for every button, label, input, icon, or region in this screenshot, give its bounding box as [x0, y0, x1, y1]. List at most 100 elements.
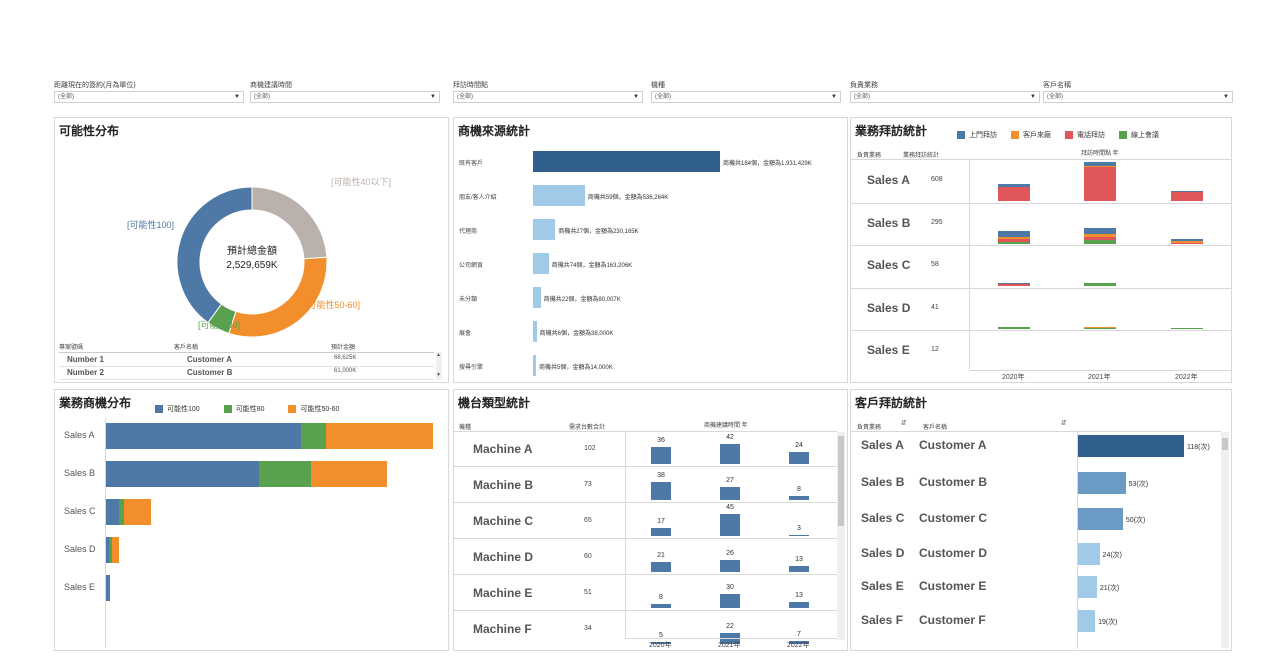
visit-bar-segment[interactable] [1171, 242, 1203, 244]
divider [851, 159, 1231, 160]
divider [625, 431, 626, 639]
visit-bar-segment[interactable] [1084, 161, 1116, 166]
visit-bar-segment[interactable] [998, 283, 1030, 285]
scrollbar-thumb[interactable] [1222, 438, 1228, 450]
machine-bar[interactable] [720, 593, 740, 608]
column-header: 預計金額 [331, 345, 356, 351]
visit-bar-segment[interactable] [1084, 166, 1116, 202]
biz-bar-segment[interactable] [106, 575, 110, 601]
visit-bar-segment[interactable] [1084, 327, 1116, 329]
machine-bar[interactable] [789, 452, 809, 464]
divider [454, 431, 837, 432]
source-bar[interactable] [533, 287, 541, 308]
visit-bar-segment[interactable] [1084, 228, 1116, 234]
biz-bar-segment[interactable] [259, 461, 311, 487]
biz-bar-segment[interactable] [106, 423, 301, 449]
visit-bar-segment[interactable] [998, 326, 1030, 329]
legend-item[interactable]: 客戶來廠 [1011, 126, 1051, 143]
sales-name: Sales B [861, 475, 905, 489]
table-row[interactable]: Number 1 Customer A 68,625K [59, 354, 434, 367]
machine-bar[interactable] [720, 559, 740, 572]
machine-bar[interactable] [789, 496, 809, 500]
visit-bar-segment[interactable] [998, 186, 1030, 202]
legend-item[interactable]: 可能性50-60 [288, 400, 339, 417]
machine-bar[interactable] [789, 565, 809, 572]
scroll-up-icon[interactable]: ▲ [436, 352, 441, 358]
visit-bar-segment[interactable] [1084, 165, 1116, 167]
machine-bar[interactable] [720, 487, 740, 500]
visit-bar-segment[interactable] [1171, 238, 1203, 241]
machine-bar[interactable] [651, 446, 671, 464]
filter-dropdown[interactable]: (全部) ▼ [250, 91, 440, 103]
customer-bar[interactable] [1078, 435, 1184, 457]
table-header: 專案號碼 客戶名稱 預計金額 [59, 342, 434, 353]
customer-bar[interactable] [1078, 472, 1126, 494]
machine-bar[interactable] [651, 481, 671, 500]
legend-item[interactable]: 上門拜訪 [957, 126, 997, 143]
sort-icon[interactable]: ⇵ [901, 419, 907, 427]
machine-bar[interactable] [651, 561, 671, 572]
center-value: 2,529,659K [226, 260, 277, 271]
source-bar[interactable] [533, 185, 585, 206]
source-bar[interactable] [533, 219, 556, 240]
sales-name: Sales C [861, 511, 905, 525]
machine-scrollbar[interactable] [837, 432, 845, 640]
biz-bar-segment[interactable] [124, 499, 151, 525]
source-bar[interactable] [533, 321, 537, 342]
filter-dropdown[interactable]: (全部) ▼ [54, 91, 244, 103]
filter-dropdown[interactable]: (全部) ▼ [651, 91, 841, 103]
biz-bar-segment[interactable] [112, 537, 119, 563]
biz-bar-segment[interactable] [301, 423, 326, 449]
visit-bar-segment[interactable] [1084, 236, 1116, 240]
visit-bar-segment[interactable] [1171, 327, 1203, 329]
bar-value: 30 [726, 583, 734, 591]
customer-bar[interactable] [1078, 508, 1123, 530]
visit-bar-segment[interactable] [998, 238, 1030, 242]
visit-bar-segment[interactable] [998, 241, 1030, 244]
table-row[interactable]: Number 2 Customer B 61,000K [59, 367, 434, 380]
legend-item[interactable]: 可能性100 [155, 400, 200, 417]
biz-bar-segment[interactable] [311, 461, 387, 487]
visit-bar-segment[interactable] [1084, 233, 1116, 237]
machine-bar[interactable] [651, 527, 671, 536]
visit-bar-segment[interactable] [1171, 191, 1203, 193]
filter-dropdown[interactable]: (全部) ▼ [453, 91, 643, 103]
scrollbar-thumb[interactable] [838, 436, 844, 526]
machine-bar[interactable] [720, 443, 740, 464]
biz-bar-segment[interactable] [106, 499, 119, 525]
customer-bar[interactable] [1078, 576, 1097, 598]
biz-bar-segment[interactable] [326, 423, 433, 449]
visit-bar-segment[interactable] [998, 236, 1030, 239]
visit-bar-segment[interactable] [998, 231, 1030, 237]
visit-bar-segment[interactable] [998, 183, 1030, 187]
customer-bar[interactable] [1078, 543, 1100, 565]
legend-item[interactable]: 可能性80 [223, 400, 264, 417]
sort-icon[interactable]: ⇵ [1061, 419, 1067, 427]
visit-bar-segment[interactable] [998, 284, 1030, 287]
visit-bar-segment[interactable] [1171, 240, 1203, 243]
visit-bar-segment[interactable] [1084, 239, 1116, 244]
customer-scrollbar[interactable] [1221, 432, 1229, 648]
source-bar[interactable] [533, 355, 536, 376]
filter-value: (全部) [1047, 94, 1063, 100]
scroll-down-icon[interactable]: ▼ [436, 372, 441, 378]
machine-total: 60 [584, 553, 592, 560]
customer-bar[interactable] [1078, 610, 1096, 632]
visit-bar-segment[interactable] [1171, 192, 1203, 202]
machine-bar[interactable] [789, 601, 809, 608]
machine-bar[interactable] [720, 514, 740, 536]
machine-bar[interactable] [789, 534, 809, 536]
machine-name: Machine C [473, 514, 534, 528]
visit-bar-segment[interactable] [1084, 326, 1116, 328]
source-bar[interactable] [533, 151, 720, 172]
table-scrollbar[interactable]: ▲ ▼ [436, 352, 442, 380]
legend-item[interactable]: 電話拜訪 [1065, 126, 1105, 143]
source-bar[interactable] [533, 253, 549, 274]
biz-bar-segment[interactable] [106, 461, 259, 487]
bar-label: 商機共5個，金額為14,000K [539, 365, 613, 371]
filter-dropdown[interactable]: (全部) ▼ [1043, 91, 1233, 103]
legend-item[interactable]: 線上會議 [1119, 126, 1159, 143]
machine-bar[interactable] [651, 604, 671, 608]
filter-dropdown[interactable]: (全部) ▼ [850, 91, 1040, 103]
visit-bar-segment[interactable] [1084, 283, 1116, 287]
